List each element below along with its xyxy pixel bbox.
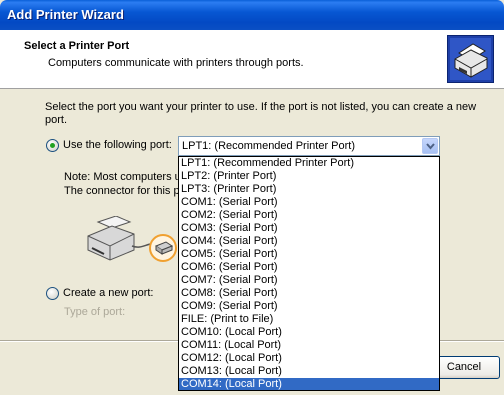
port-option[interactable]: LPT1: (Recommended Printer Port) <box>179 157 439 170</box>
note-text: Note: Most computers u The connector for… <box>64 170 179 198</box>
port-dropdown-list[interactable]: LPT1: (Recommended Printer Port) LPT2: (P… <box>178 156 440 391</box>
cancel-button-label: Cancel <box>446 361 482 373</box>
port-option[interactable]: LPT2: (Printer Port) <box>179 170 439 183</box>
type-of-port-label: Type of port: <box>64 306 126 318</box>
port-option[interactable]: COM12: (Local Port) <box>179 352 439 365</box>
port-option[interactable]: COM2: (Serial Port) <box>179 209 439 222</box>
port-option[interactable]: COM8: (Serial Port) <box>179 287 439 300</box>
port-option[interactable]: COM11: (Local Port) <box>179 339 439 352</box>
chevron-down-icon[interactable] <box>422 138 438 154</box>
use-port-radio[interactable] <box>46 139 59 152</box>
port-option[interactable]: COM7: (Serial Port) <box>179 274 439 287</box>
window-title: Add Printer Wizard <box>7 7 124 22</box>
create-port-radio[interactable] <box>46 287 59 300</box>
printer-illustration <box>86 215 182 270</box>
printer-icon <box>87 215 135 261</box>
port-select[interactable]: LPT1: (Recommended Printer Port) <box>178 136 440 156</box>
port-option[interactable]: COM10: (Local Port) <box>179 326 439 339</box>
header-title: Select a Printer Port <box>24 40 130 52</box>
port-option[interactable]: FILE: (Print to File) <box>179 313 439 326</box>
port-option[interactable]: COM9: (Serial Port) <box>179 300 439 313</box>
note-line-2: The connector for this p <box>64 185 179 197</box>
printer-wizard-icon <box>447 35 494 83</box>
note-line-1: Note: Most computers u <box>64 171 179 183</box>
port-option[interactable]: COM6: (Serial Port) <box>179 261 439 274</box>
port-option[interactable]: COM3: (Serial Port) <box>179 222 439 235</box>
title-bar[interactable]: Add Printer Wizard <box>0 0 504 30</box>
parallel-connector-icon <box>149 234 177 262</box>
intro-text: Select the port you want your printer to… <box>45 101 477 126</box>
wizard-header: Select a Printer Port Computers communic… <box>0 30 504 89</box>
port-select-value: LPT1: (Recommended Printer Port) <box>182 140 356 152</box>
create-port-label[interactable]: Create a new port: <box>63 287 154 299</box>
port-option[interactable]: COM5: (Serial Port) <box>179 248 439 261</box>
use-port-label[interactable]: Use the following port: <box>63 139 172 151</box>
port-option[interactable]: COM1: (Serial Port) <box>179 196 439 209</box>
port-option[interactable]: LPT3: (Printer Port) <box>179 183 439 196</box>
header-subtitle: Computers communicate with printers thro… <box>48 57 304 69</box>
port-option[interactable]: COM4: (Serial Port) <box>179 235 439 248</box>
port-option[interactable]: COM14: (Local Port) <box>179 378 439 390</box>
port-option[interactable]: COM13: (Local Port) <box>179 365 439 378</box>
